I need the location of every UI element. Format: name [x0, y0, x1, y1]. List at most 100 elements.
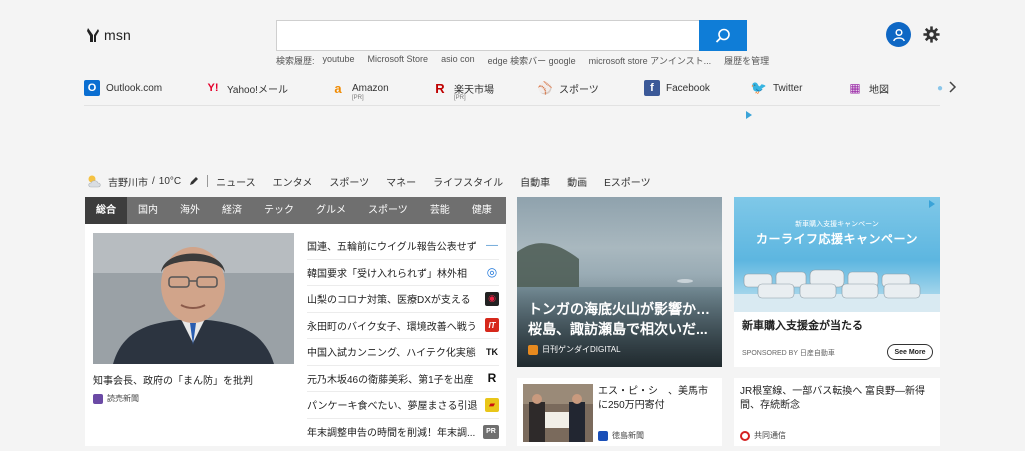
category-video[interactable]: 動画 [567, 174, 587, 189]
list-item[interactable]: 韓国要求「受け入れられず」林外相 ◎ [307, 260, 499, 286]
weather-widget[interactable]: 吉野川市 / 10°C [86, 174, 199, 189]
quick-link-rakuten[interactable]: R 楽天市場 [PR] [432, 80, 494, 102]
tab-tech[interactable]: テック [253, 197, 305, 224]
list-item[interactable]: 年末調整申告の時間を削減！年末調... PR [307, 419, 499, 446]
quick-link-label: Outlook.com [106, 82, 163, 94]
tab-sports[interactable]: スポーツ [357, 197, 419, 224]
list-item-title: 国連、五輪前にウイグル報告公表せず [307, 242, 477, 254]
list-item-title: 山梨のコロナ対策、医療DXが支える [307, 295, 471, 307]
outlook-icon: O [84, 80, 100, 96]
search-button[interactable] [699, 20, 747, 51]
list-item[interactable]: パンケーキ食べたい、夢屋まさる引退 ▰ [307, 392, 499, 419]
list-item-title: 年末調整申告の時間を削減！年末調... [307, 428, 476, 440]
history-item[interactable]: Microsoft Store [368, 54, 429, 67]
hero-image[interactable] [93, 233, 294, 364]
list-item-title: 元乃木坂46の衛藤美彩、第1子を出産 [307, 374, 474, 386]
tab-economy[interactable]: 経済 [211, 197, 253, 224]
quick-link-yahoo[interactable]: Y! Yahoo!メール [205, 80, 288, 96]
category-esports[interactable]: Eスポーツ [604, 174, 650, 189]
category-lifestyle[interactable]: ライフスタイル [433, 174, 503, 189]
news-card-source: 共同通信 [740, 430, 786, 441]
category-sports[interactable]: スポーツ [329, 174, 369, 189]
tab-top[interactable]: 総合 [85, 197, 127, 224]
list-item-title: 中国入試カンニング、ハイテク化実態 [307, 348, 476, 360]
user-icon [892, 28, 905, 41]
list-item[interactable]: 中国入試カンニング、ハイテク化実態 TK [307, 339, 499, 366]
pr-label: [PR] [454, 95, 466, 101]
featured-story-card[interactable]: トンガの海底火山が影響か… 桜島、諏訪瀬島で相次いだ... 日刊ゲンダイDIGI… [517, 197, 722, 367]
divider [207, 175, 209, 187]
search-input[interactable] [277, 21, 699, 50]
list-item-title: パンケーキ食べたい、夢屋まさる引退 [307, 401, 478, 413]
list-item-title: 韓国要求「受け入れられず」林外相 [307, 268, 467, 280]
category-news[interactable]: ニュース [216, 174, 256, 189]
hero-caption[interactable]: 知事会長、政府の「まん防」を批判 [93, 372, 253, 387]
quick-link-twitter[interactable]: 🐦 Twitter [751, 80, 803, 96]
list-item[interactable]: 元乃木坂46の衛藤美彩、第1子を出産 R [307, 366, 499, 392]
see-more-button[interactable]: See More [887, 344, 933, 360]
tab-entertainment[interactable]: 芸能 [419, 197, 461, 224]
quick-link-label: Twitter [773, 82, 803, 94]
gendai-icon [528, 344, 538, 355]
quick-link-label: Yahoo!メール [227, 84, 288, 96]
news-card-source: 徳島新聞 [598, 430, 644, 441]
quick-links-bar: O Outlook.com Y! Yahoo!メール a Amazon [PR]… [84, 76, 943, 106]
news-card[interactable]: JR根室線、一部バス転換へ 富良野—新得間、存続断念 共同通信 [734, 378, 940, 446]
news-card-title: JR根室線、一部バス転換へ 富良野—新得間、存続断念 [740, 386, 925, 411]
tab-gourmet[interactable]: グルメ [305, 197, 357, 224]
quick-link-facebook[interactable]: f Facebook [644, 80, 710, 96]
history-item[interactable]: asio con [441, 54, 475, 67]
list-item-title: 永田町のバイク女子、環境改善へ戦う [307, 321, 477, 333]
msn-logo[interactable]: msn [86, 26, 131, 44]
pr-label: [PR] [352, 95, 364, 101]
tab-health[interactable]: 健康 [461, 197, 503, 224]
gear-icon[interactable] [923, 26, 940, 43]
list-item[interactable]: 山梨のコロナ対策、医療DXが支える ◉ [307, 286, 499, 313]
category-money[interactable]: マネー [386, 174, 416, 189]
news-card-title: エス・ピ・シ 、美馬市 に250万円寄付 [598, 385, 708, 413]
ad-choices-icon[interactable] [745, 111, 753, 119]
pencil-icon[interactable] [189, 176, 199, 186]
list-item[interactable]: 永田町のバイク女子、環境改善へ戦う IT [307, 313, 499, 339]
history-item[interactable]: microsoft store アンインスト... [589, 54, 711, 67]
search-box [276, 20, 699, 51]
history-item[interactable]: youtube [323, 54, 355, 67]
quick-link-sports[interactable]: ⚾ スポーツ [537, 80, 599, 96]
ad-title: 新車購入支援金が当たる [742, 320, 863, 332]
news-card-thumbnail [523, 384, 593, 442]
hero-source: 読売新聞 [93, 393, 139, 404]
source-badge-icon: TK [486, 346, 498, 357]
list-item[interactable]: 国連、五輪前にウイグル報告公表せず —— [307, 233, 499, 260]
news-card[interactable]: エス・ピ・シ 、美馬市 に250万円寄付 徳島新聞 [517, 378, 722, 446]
chevron-right-icon[interactable] [946, 79, 958, 95]
ad-kicker: 新車購入支援キャンペーン [795, 221, 879, 228]
map-icon: ▦ [849, 81, 861, 95]
ad-sponsor: SPONSORED BY 日産自動車 [742, 350, 835, 357]
history-item[interactable]: edge 検索バー google [488, 54, 576, 67]
sponsored-ad-card[interactable]: 新車購入支援キャンペーン カーライフ応援キャンペーン 新車購入支援金が当たる S… [734, 197, 940, 367]
category-autos[interactable]: 自動車 [520, 174, 550, 189]
quick-link-amazon[interactable]: a Amazon [PR] [330, 80, 388, 102]
quick-link-label: Facebook [666, 82, 710, 94]
news-list: 国連、五輪前にウイグル報告公表せず —— 韓国要求「受け入れられず」林外相 ◎ … [307, 233, 499, 445]
tokushima-icon [598, 430, 608, 441]
yomiuri-icon [93, 393, 103, 404]
quick-link-map[interactable]: ▦ 地図 [847, 80, 889, 96]
sports-icon: ⚾ [537, 81, 553, 95]
source-badge-icon: IT [485, 318, 499, 333]
source-badge-icon: ◉ [485, 291, 499, 306]
weather-location: 吉野川市 [108, 177, 148, 189]
search-history-label: 検索履歴: [276, 56, 315, 66]
ad-headline: カーライフ応援キャンペーン [756, 232, 918, 246]
category-entertainment[interactable]: エンタメ [273, 174, 313, 189]
tab-domestic[interactable]: 国内 [127, 197, 169, 224]
quick-link-label: 楽天市場 [454, 84, 494, 96]
quick-link-outlook[interactable]: O Outlook.com [84, 80, 162, 96]
account-button[interactable] [886, 22, 911, 47]
tab-world[interactable]: 海外 [169, 197, 211, 224]
featured-source: 日刊ゲンダイDIGITAL [528, 344, 621, 355]
ad-info-icon[interactable] [928, 200, 936, 208]
rakuten-icon: R [435, 80, 445, 96]
manage-history-link[interactable]: 履歴を管理 [724, 54, 769, 67]
source-badge-icon: R [487, 371, 497, 386]
